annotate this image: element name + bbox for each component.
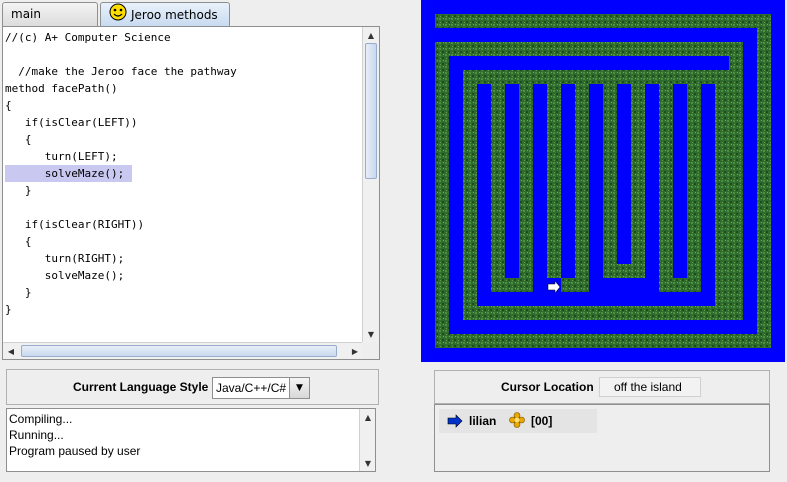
code-line[interactable]: method facePath() [5, 80, 361, 97]
scroll-down-icon[interactable]: ▼ [363, 326, 379, 342]
scroll-up-icon[interactable]: ▲ [360, 409, 376, 425]
land-tile [631, 70, 659, 84]
language-style-label: Current Language Style [73, 380, 209, 394]
land-tile [659, 70, 673, 292]
cursor-location-label: Cursor Location [501, 380, 594, 394]
code-line[interactable] [5, 46, 361, 63]
console-line: Running... [9, 428, 64, 442]
scroll-right-icon[interactable]: ▶ [347, 343, 363, 359]
language-style-panel: Current Language Style Java/C++/C# ▼ [6, 369, 379, 405]
land-tile [491, 70, 505, 292]
code-line[interactable]: { [5, 233, 361, 250]
code-line[interactable]: if(isClear(LEFT)) [5, 114, 361, 131]
jeroo-name: lilian [469, 414, 497, 428]
code-line[interactable]: } [5, 182, 361, 199]
land-tile [729, 42, 743, 320]
console-text: Compiling... Running... Program paused b… [9, 411, 140, 459]
console-line: Program paused by user [9, 444, 141, 458]
maze-grid [435, 14, 771, 348]
scrollbar-corner [362, 342, 379, 359]
flower-icon [509, 412, 525, 431]
land-tile [715, 70, 729, 306]
cursor-location-panel: Cursor Location off the island [434, 370, 770, 404]
code-line[interactable]: } [5, 301, 361, 318]
code-line[interactable] [5, 199, 361, 216]
code-line[interactable]: } [5, 284, 361, 301]
tab-jeroo-methods-label: Jeroo methods [131, 8, 218, 22]
jeroo-sprite [547, 280, 561, 294]
jeroo-arrow-icon [447, 414, 463, 431]
cursor-location-field: off the island [599, 377, 701, 397]
land-tiles [435, 14, 771, 348]
code-line[interactable]: solveMaze(); [5, 267, 361, 284]
code-line[interactable]: //(c) A+ Computer Science [5, 29, 361, 46]
land-tile [575, 70, 589, 292]
chevron-down-icon[interactable]: ▼ [289, 378, 309, 398]
land-tile [561, 278, 589, 292]
tab-jeroo-methods[interactable]: Jeroo methods [100, 2, 230, 26]
land-tile [435, 334, 771, 348]
code-line[interactable]: turn(LEFT); [5, 148, 361, 165]
code-line[interactable]: turn(RIGHT); [5, 250, 361, 267]
jeroo-status-row[interactable]: lilian [00] [439, 409, 597, 433]
land-tile [491, 278, 519, 292]
code-text-area[interactable]: //(c) A+ Computer Science //make the Jer… [5, 29, 361, 342]
land-tile [519, 70, 547, 84]
scroll-up-icon[interactable]: ▲ [363, 27, 379, 43]
land-tile [519, 70, 533, 292]
tab-main-method[interactable]: main method [2, 2, 98, 43]
editor-vertical-scroll-thumb[interactable] [365, 43, 377, 179]
land-tile [463, 70, 477, 320]
editor-horizontal-scroll-thumb[interactable] [21, 345, 337, 357]
land-tile [631, 70, 645, 278]
land-tile [757, 14, 771, 348]
land-tile [463, 306, 743, 320]
jeroo-status-panel: lilian [00] [434, 404, 770, 472]
land-tile [603, 264, 631, 278]
editor-horizontal-scrollbar[interactable]: ◀ ▶ [3, 342, 363, 359]
land-tile [659, 278, 687, 292]
land-tile [687, 70, 701, 292]
code-line[interactable]: { [5, 97, 361, 114]
smiley-icon [109, 3, 127, 28]
language-style-select[interactable]: Java/C++/C# ▼ [212, 377, 310, 399]
land-tile [575, 70, 603, 84]
message-console[interactable]: Compiling... Running... Program paused b… [6, 408, 376, 472]
scroll-down-icon[interactable]: ▼ [360, 455, 376, 471]
land-tile [547, 70, 561, 278]
language-style-value: Java/C++/C# [216, 381, 287, 395]
code-line[interactable]: //make the Jeroo face the pathway [5, 63, 361, 80]
code-editor[interactable]: //(c) A+ Computer Science //make the Jer… [2, 26, 380, 360]
console-line: Compiling... [9, 412, 73, 426]
land-tile [435, 14, 771, 28]
land-tile [435, 42, 743, 56]
land-tile [435, 42, 449, 348]
island-map[interactable] [421, 0, 785, 362]
flower-count: [00] [531, 414, 553, 428]
land-tile [603, 70, 617, 266]
code-line[interactable]: { [5, 131, 361, 148]
code-line[interactable]: if(isClear(RIGHT)) [5, 216, 361, 233]
console-vertical-scrollbar[interactable]: ▲ ▼ [359, 409, 375, 471]
editor-vertical-scrollbar[interactable]: ▲ ▼ [362, 27, 379, 342]
land-tile [687, 70, 715, 84]
code-line[interactable]: solveMaze(); [5, 165, 132, 182]
scroll-left-icon[interactable]: ◀ [3, 343, 19, 359]
